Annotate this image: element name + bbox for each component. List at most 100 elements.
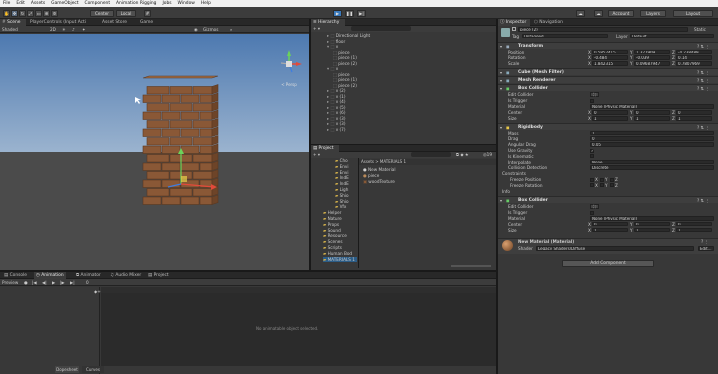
icon-size-slider[interactable] (451, 265, 491, 267)
vector-field-z[interactable]: 0.7807969 (676, 61, 712, 66)
layer-dropdown[interactable]: Default (630, 33, 714, 39)
vector-field-z[interactable]: 0.14 (676, 55, 712, 61)
wood-piece[interactable] (146, 103, 170, 112)
component-menu-icon[interactable]: ? ⇅ ⋮ (697, 125, 710, 130)
layers-dropdown[interactable]: Layers (640, 10, 666, 17)
scale-tool-icon[interactable]: ⤢ (27, 10, 34, 17)
record-icon[interactable]: ● (24, 280, 28, 285)
component-header[interactable]: ▾ ◼ Box Collider ? ⇅ ⋮ (498, 195, 718, 203)
project-folder[interactable]: ▰ Resource (323, 233, 347, 238)
wood-piece[interactable] (180, 111, 200, 120)
project-filter-icon[interactable]: ⧉ ◆ ★ (456, 152, 469, 157)
project-file[interactable]: ▣ woodTexture (363, 179, 395, 184)
menu-item[interactable]: Animation Rigging (116, 1, 156, 6)
wood-piece[interactable] (142, 111, 162, 120)
wood-piece[interactable] (161, 111, 181, 120)
tag-dropdown[interactable]: Untagged (522, 33, 608, 39)
wood-piece[interactable] (180, 145, 200, 154)
hierarchy-item[interactable]: ▸ ⬚ v (7) (327, 127, 345, 132)
vector-field-y[interactable]: 0 (634, 110, 670, 115)
project-folder[interactable]: ▰ Helper (323, 210, 341, 215)
edit-collider-button[interactable]: ⛶ (590, 91, 599, 97)
vector-field-y[interactable]: -0.039 (634, 55, 670, 61)
rigidbody-checkbox[interactable]: ✓ (590, 148, 594, 153)
tab-scene[interactable]: # Scene (0, 19, 26, 26)
frame-field[interactable]: 0 (86, 280, 89, 285)
vector-field-z[interactable]: 1 (676, 115, 712, 121)
project-folder[interactable]: ▰ Shio (335, 193, 349, 198)
tab-animation[interactable]: ◷ Animation (34, 272, 66, 279)
physic-material-field[interactable]: None (Physic Material) (590, 215, 714, 221)
menu-item[interactable]: Edit (16, 1, 25, 6)
vector-field-y[interactable]: 1 (634, 115, 670, 121)
collab-icon[interactable]: ☁ (576, 10, 585, 17)
project-file[interactable]: ● New Material (363, 167, 395, 172)
foldout-arrow-icon[interactable]: ▾ (500, 86, 502, 91)
tab-project[interactable]: ▤ Project (146, 272, 171, 279)
tab-navigation[interactable]: ⬡ Navigation (532, 19, 564, 26)
account-dropdown[interactable]: Account (608, 10, 634, 17)
tab-audio-mixer[interactable]: ♫ Audio Mixer (108, 272, 143, 279)
component-header[interactable]: ▾ ◼ Cube (Mesh Filter) ? ⇅ ⋮ (498, 67, 718, 75)
wood-piece[interactable] (199, 94, 213, 103)
tab-game[interactable]: Game (138, 19, 160, 26)
first-key-icon[interactable]: |◀ (32, 280, 37, 285)
project-folder[interactable]: ▰ Props (323, 222, 339, 227)
freeze-checkbox[interactable] (590, 177, 594, 182)
project-folder[interactable]: ▰ Vfx (335, 204, 346, 209)
scene-search-icon[interactable]: ⌕ (230, 27, 232, 32)
component-menu-icon[interactable]: ? ⇅ ⋮ (697, 78, 710, 83)
pivot-center-button[interactable]: Center (90, 10, 114, 17)
project-folder[interactable]: ▰ Shio (335, 199, 349, 204)
project-folder[interactable]: ▰ IndE (335, 181, 349, 186)
vector-field-y[interactable]: 1.327909 (634, 49, 670, 55)
rect-tool-icon[interactable]: ▭ (35, 10, 42, 17)
tab-inspector[interactable]: ⓘ Inspector (498, 19, 530, 26)
rotate-tool-icon[interactable]: ↻ (19, 10, 26, 17)
component-menu-icon[interactable]: ? ⇅ ⋮ (697, 70, 710, 75)
move-tool-icon[interactable]: ✥ (11, 10, 18, 17)
info-foldout[interactable]: Info (502, 189, 510, 194)
project-folder[interactable]: ▰ Ligh (335, 187, 348, 192)
rigidbody-checkbox[interactable] (590, 154, 594, 159)
hierarchy-add-button[interactable]: + ▾ (313, 26, 320, 31)
project-folder[interactable]: ▰ Cho (335, 158, 348, 163)
project-folder[interactable]: ▰ Scripts (323, 245, 342, 250)
menu-item[interactable]: Component (85, 1, 111, 6)
wood-piece[interactable] (192, 120, 213, 129)
vector-field-y[interactable]: 0 (634, 221, 670, 227)
cloud-icon[interactable]: ☁ (594, 10, 603, 17)
wood-piece[interactable] (169, 103, 193, 112)
rigidbody-field[interactable]: Discrete (590, 165, 714, 171)
tab-hierarchy[interactable]: ≡ Hierarchy (311, 19, 345, 26)
wood-piece[interactable] (192, 171, 213, 180)
vector-field-z[interactable]: 0 (676, 110, 712, 115)
wood-piece[interactable] (146, 86, 170, 95)
wood-piece[interactable] (142, 162, 162, 171)
wood-piece[interactable] (169, 188, 193, 197)
component-header[interactable]: ▾ ◼ Mesh Renderer ? ⇅ ⋮ (498, 75, 718, 83)
wood-piece[interactable] (142, 196, 162, 205)
wood-piece[interactable] (146, 120, 170, 129)
hand-tool-icon[interactable]: ✋ (3, 10, 10, 17)
custom-tool-icon[interactable]: ✲ (51, 10, 58, 17)
wood-piece[interactable] (146, 154, 170, 163)
foldout-arrow-icon[interactable]: ▾ (500, 44, 502, 49)
wood-piece[interactable] (199, 145, 213, 154)
menu-item[interactable]: Help (201, 1, 211, 6)
vector-field-x[interactable]: 0 (592, 221, 628, 227)
is-trigger-checkbox[interactable] (590, 210, 594, 215)
component-menu-icon[interactable]: ? ⇅ ⋮ (697, 198, 710, 203)
last-key-icon[interactable]: ▶| (70, 280, 75, 285)
project-folder[interactable]: ▰ Scenes (323, 239, 343, 244)
menu-item[interactable]: Assets (31, 1, 45, 6)
vector-field-x[interactable]: 0 (592, 110, 628, 115)
wood-piece[interactable] (161, 145, 181, 154)
vector-field-x[interactable]: 1.842315 (592, 61, 628, 66)
wood-piece[interactable] (192, 137, 213, 146)
active-checkbox[interactable] (512, 27, 516, 31)
wood-piece[interactable] (169, 137, 193, 146)
vector-field-z[interactable]: -4.238489 (676, 49, 712, 55)
pivot-local-button[interactable]: Local (116, 10, 136, 17)
wood-piece[interactable] (199, 128, 213, 137)
